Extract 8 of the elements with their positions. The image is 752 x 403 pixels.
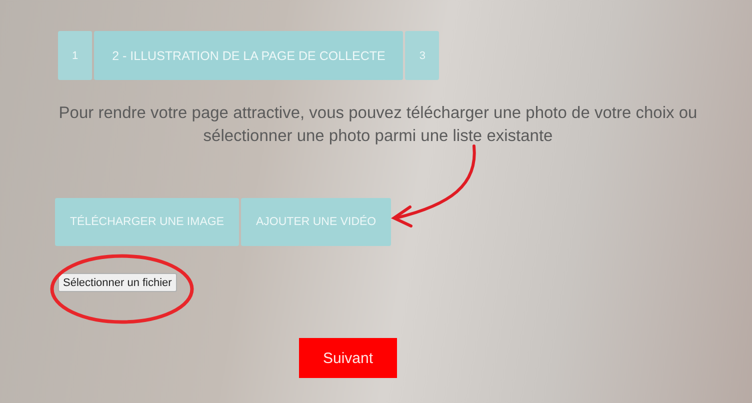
media-button[interactable]: TÉLÉCHARGER UNE IMAGE [55, 198, 239, 246]
file-select-button[interactable]: Sélectionner un fichier [58, 273, 177, 292]
step-tab[interactable]: 2 - ILLUSTRATION DE LA PAGE DE COLLECTE [94, 31, 404, 80]
step-tab[interactable]: 3 [405, 31, 440, 80]
step-tab[interactable]: 1 [58, 31, 92, 80]
next-button[interactable]: Suivant [299, 338, 397, 378]
intro-text: Pour rendre votre page attractive, vous pouvez télécharger une photo de votre choix ou sélectionner une photo parmi une liste existante [58, 103, 698, 147]
media-button[interactable]: AJOUTER UNE VIDÉO [241, 198, 392, 246]
